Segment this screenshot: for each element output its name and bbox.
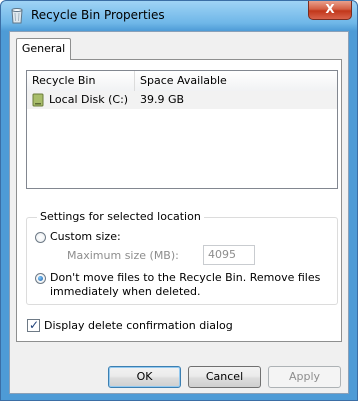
dont-move-files-label[interactable]: Don't move files to the Recycle Bin. Rem… bbox=[50, 271, 320, 284]
ok-button[interactable]: OK bbox=[108, 366, 181, 388]
custom-size-label[interactable]: Custom size: bbox=[50, 230, 121, 243]
dont-move-files-label-line2[interactable]: immediately when deleted. bbox=[50, 285, 201, 298]
tab-general[interactable]: General bbox=[16, 38, 71, 60]
window-title: Recycle Bin Properties bbox=[31, 8, 165, 22]
column-header-space[interactable]: Space Available bbox=[135, 71, 235, 91]
max-size-label: Maximum size (MB): bbox=[67, 249, 179, 262]
settings-group-legend: Settings for selected location bbox=[37, 210, 204, 223]
properties-window: Recycle Bin Properties X General Recycle… bbox=[0, 0, 358, 401]
close-icon: X bbox=[325, 2, 335, 16]
drive-icon bbox=[32, 93, 44, 107]
recycle-bin-location-list[interactable]: Recycle Bin Location Space Available Loc… bbox=[26, 70, 338, 189]
tab-panel-general: Recycle Bin Location Space Available Loc… bbox=[16, 59, 342, 342]
list-header: Recycle Bin Location Space Available bbox=[27, 71, 337, 106]
close-button[interactable]: X bbox=[308, 1, 352, 20]
apply-button[interactable]: Apply bbox=[268, 366, 341, 388]
column-header-location[interactable]: Recycle Bin Location bbox=[27, 71, 135, 106]
max-size-input[interactable]: 4095 bbox=[203, 245, 255, 265]
list-item[interactable]: Local Disk (C:) 39.9 GB bbox=[27, 91, 337, 109]
custom-size-radio[interactable] bbox=[35, 232, 46, 243]
dont-move-files-radio[interactable] bbox=[35, 273, 46, 284]
delete-confirmation-label[interactable]: Display delete confirmation dialog bbox=[44, 319, 233, 332]
title-bar[interactable]: Recycle Bin Properties X bbox=[1, 1, 357, 31]
cancel-button[interactable]: Cancel bbox=[188, 366, 261, 388]
list-item-location: Local Disk (C:) bbox=[49, 93, 129, 106]
recycle-bin-icon bbox=[11, 8, 23, 24]
delete-confirmation-checkbox[interactable]: ✓ bbox=[27, 318, 40, 332]
list-item-space: 39.9 GB bbox=[140, 93, 185, 106]
settings-group: Settings for selected location Custom si… bbox=[26, 210, 338, 305]
checkmark-icon: ✓ bbox=[29, 318, 40, 332]
tab-general-label: General bbox=[21, 42, 66, 55]
dialog-client-area: General Recycle Bin Location Space Avail… bbox=[9, 31, 349, 394]
